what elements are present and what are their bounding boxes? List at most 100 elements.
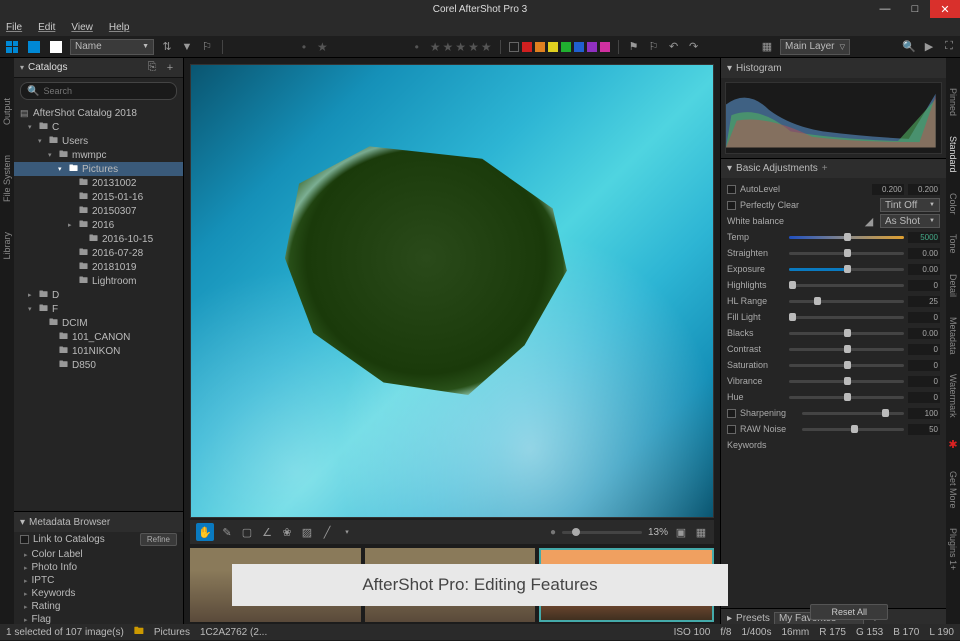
tree-node[interactable]: 🖿D850 (14, 358, 183, 372)
tree-node[interactable]: ▸🖿2016 (14, 218, 183, 232)
meta-item[interactable]: ▸Keywords (14, 587, 183, 600)
pan-tool-icon[interactable]: ✋ (196, 523, 214, 541)
menu-help[interactable]: Help (109, 22, 130, 33)
actual-size-icon[interactable]: ▦ (694, 525, 708, 539)
tab-detail[interactable]: Detail (948, 274, 958, 297)
more-tools-icon[interactable]: ▾ (340, 525, 354, 539)
tree-node[interactable]: 🖿20131002 (14, 176, 183, 190)
zoom-slider[interactable] (562, 531, 642, 534)
swatch-pink[interactable] (600, 42, 610, 52)
tree-node[interactable]: ▾🖿C (14, 120, 183, 134)
hlrange-slider[interactable] (789, 300, 904, 303)
meta-item[interactable]: ▸Rating (14, 600, 183, 613)
swatch-red[interactable] (522, 42, 532, 52)
tree-node[interactable]: 🖿101NIKON (14, 344, 183, 358)
view-full-button[interactable] (26, 39, 42, 55)
tree-node[interactable]: 🖿DCIM (14, 316, 183, 330)
view-compare-button[interactable] (48, 39, 64, 55)
perfclear-checkbox[interactable] (727, 201, 736, 210)
link-catalogs-checkbox[interactable] (20, 535, 29, 544)
rating-stars[interactable]: ★★★★★ (430, 40, 492, 54)
swatch-yellow[interactable] (548, 42, 558, 52)
tree-node[interactable]: 🖿2016-10-15 (14, 232, 183, 246)
tree-node[interactable]: ▾🖿Users (14, 134, 183, 148)
rating-none-icon[interactable]: • (410, 40, 424, 54)
blacks-slider[interactable] (789, 332, 904, 335)
close-button[interactable]: ✕ (930, 0, 960, 18)
swatch-orange[interactable] (535, 42, 545, 52)
raw-checkbox[interactable] (727, 425, 736, 434)
hue-slider[interactable] (789, 396, 904, 399)
tab-tone[interactable]: Tone (948, 234, 958, 254)
search-input[interactable] (43, 86, 170, 96)
meta-item[interactable]: ▸IPTC (14, 574, 183, 587)
region-icon[interactable]: ▨ (300, 525, 314, 539)
fill-slider[interactable] (789, 316, 904, 319)
layer-select[interactable]: Main Layer▽ (780, 39, 850, 55)
rating-star[interactable]: ★ (317, 40, 328, 54)
wb-select[interactable]: As Shot▼ (880, 214, 940, 228)
rotate-cw-icon[interactable]: ↷ (687, 40, 701, 54)
menu-view[interactable]: View (71, 22, 93, 33)
flag-pick-icon[interactable]: ⚑ (627, 40, 641, 54)
tree-node[interactable]: 🖿20150307 (14, 204, 183, 218)
sort-toggle-icon[interactable]: ⇅ (160, 40, 174, 54)
temp-slider[interactable] (789, 236, 904, 239)
refine-button[interactable]: Refine (140, 533, 177, 546)
swatch-none[interactable] (509, 42, 519, 52)
tree-node[interactable]: 🖿2015-01-16 (14, 190, 183, 204)
minimize-button[interactable]: — (870, 0, 900, 18)
tab-color[interactable]: Color (948, 193, 958, 215)
swatch-blue[interactable] (574, 42, 584, 52)
filter-icon[interactable]: ▼ (180, 40, 194, 54)
saturation-slider[interactable] (789, 364, 904, 367)
copy-icon[interactable]: ⎘ (145, 61, 159, 75)
tint-select[interactable]: Tint Off▼ (880, 198, 940, 212)
metadata-header[interactable]: ▾Metadata Browser (14, 512, 183, 532)
tab-watermark[interactable]: Watermark (948, 374, 958, 418)
flag-reject-icon[interactable]: ⚐ (647, 40, 661, 54)
sharp-checkbox[interactable] (727, 409, 736, 418)
sort-select[interactable]: Name▼ (70, 39, 154, 55)
tab-filesystem[interactable]: File System (2, 155, 12, 202)
tree-node[interactable]: 🖿Lightroom (14, 274, 183, 288)
straighten-icon[interactable]: ∠ (260, 525, 274, 539)
tree-node[interactable]: ▾🖿mwmpc (14, 148, 183, 162)
fit-icon[interactable]: ▣ (674, 525, 688, 539)
tab-library[interactable]: Library (2, 232, 12, 260)
menu-edit[interactable]: Edit (38, 22, 55, 33)
reset-all-button[interactable]: Reset All (810, 604, 888, 620)
fullscreen-icon[interactable]: ⛶ (942, 40, 956, 54)
rating-none-icon[interactable]: • (297, 40, 311, 54)
exposure-slider[interactable] (789, 268, 904, 271)
autolevel-checkbox[interactable] (727, 185, 736, 194)
flag-toggle-icon[interactable]: ⚐ (200, 40, 214, 54)
tab-standard[interactable]: Standard (948, 136, 958, 173)
meta-item[interactable]: ▸Photo Info (14, 561, 183, 574)
catalog-search[interactable]: 🔍 (20, 82, 177, 100)
swatch-purple[interactable] (587, 42, 597, 52)
maximize-button[interactable]: □ (900, 0, 930, 18)
sharp-slider[interactable] (802, 412, 904, 415)
brush-icon[interactable]: ╱ (320, 525, 334, 539)
highlights-slider[interactable] (789, 284, 904, 287)
straighten-slider[interactable] (789, 252, 904, 255)
heal-icon[interactable]: ❀ (280, 525, 294, 539)
tab-pinned[interactable]: Pinned (948, 88, 958, 116)
tree-node[interactable]: 🖿20181019 (14, 260, 183, 274)
tree-node[interactable]: ▸🖿D (14, 288, 183, 302)
adjustments-header[interactable]: ▾Basic Adjustments+ (721, 158, 946, 178)
tree-node-selected[interactable]: ▾🖿Pictures (14, 162, 183, 176)
tab-metadata[interactable]: Metadata (948, 317, 958, 355)
layers-icon[interactable]: ▦ (760, 40, 774, 54)
crop-icon[interactable]: ▢ (240, 525, 254, 539)
meta-item[interactable]: ▸Color Label (14, 548, 183, 561)
tree-node[interactable]: 🖿101_CANON (14, 330, 183, 344)
swatch-green[interactable] (561, 42, 571, 52)
eyedropper-icon[interactable]: ✎ (220, 525, 234, 539)
add-icon[interactable]: + (163, 61, 177, 75)
tab-output[interactable]: Output (2, 98, 12, 125)
contrast-slider[interactable] (789, 348, 904, 351)
slideshow-icon[interactable]: ▶ (922, 40, 936, 54)
tree-node[interactable]: ▾🖿F (14, 302, 183, 316)
